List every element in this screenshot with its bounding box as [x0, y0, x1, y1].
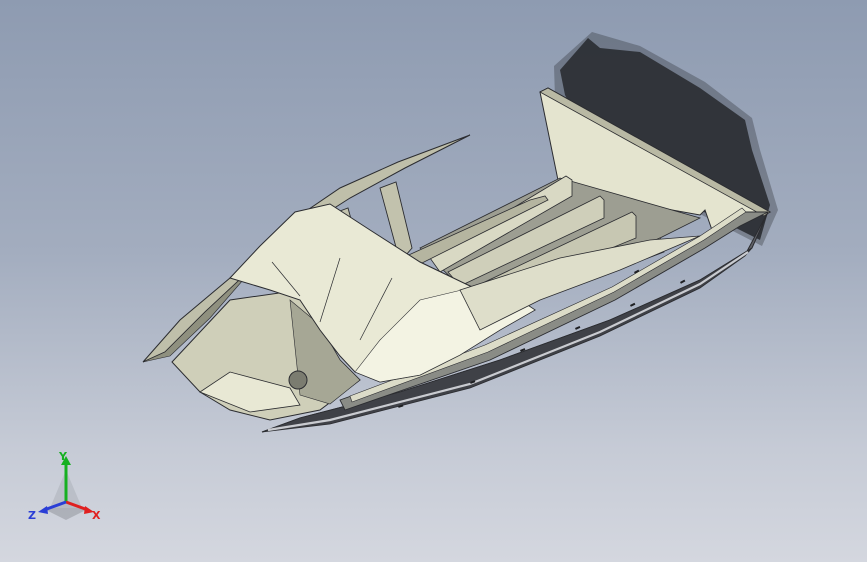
z-axis-label: Z — [28, 509, 36, 522]
y-axis-label: Y — [58, 450, 68, 463]
z-axis-arrow — [38, 506, 48, 514]
x-axis-label: X — [92, 509, 101, 522]
boat-hull-model[interactable] — [0, 0, 867, 562]
bulkhead-access-hole[interactable] — [288, 370, 308, 390]
graphics-viewport[interactable]: Y X Z — [0, 0, 867, 562]
view-orientation-triad[interactable]: Y X Z — [26, 448, 106, 523]
